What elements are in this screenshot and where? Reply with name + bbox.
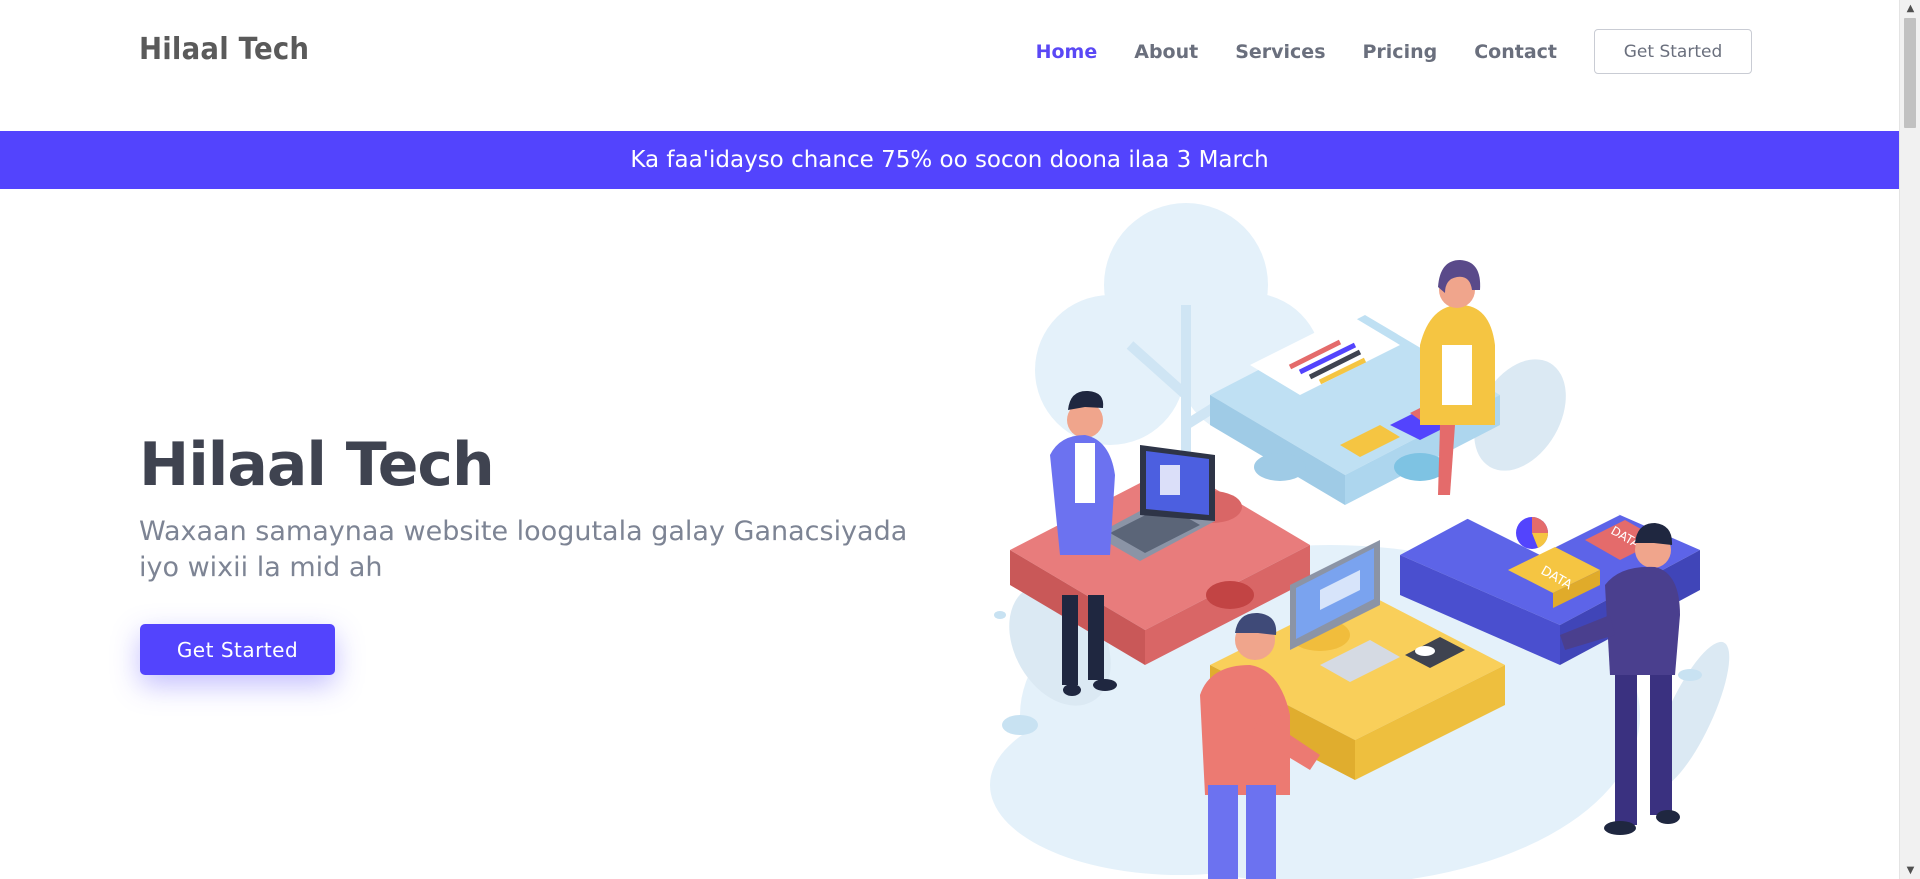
hero-subtitle: Waxaan samaynaa website loogutala galay … bbox=[139, 516, 908, 583]
header-get-started-button[interactable]: Get Started bbox=[1594, 29, 1752, 74]
hero-title: Hilaal Tech bbox=[139, 430, 495, 500]
scrollbar-thumb[interactable] bbox=[1904, 18, 1916, 128]
promo-banner-text: Ka faa'idayso chance 75% oo socon doona … bbox=[630, 147, 1269, 173]
main-nav: Home About Services Pricing Contact Get … bbox=[999, 29, 1752, 74]
site-header: Hilaal Tech Home About Services Pricing … bbox=[0, 0, 1899, 131]
hero-illustration: DATA DATA bbox=[990, 203, 1730, 879]
nav-about[interactable]: About bbox=[1134, 41, 1198, 63]
hero-get-started-button[interactable]: Get Started bbox=[140, 624, 335, 675]
page: Hilaal Tech Home About Services Pricing … bbox=[0, 0, 1899, 879]
site-logo[interactable]: Hilaal Tech bbox=[139, 32, 309, 67]
nav-home[interactable]: Home bbox=[1036, 41, 1098, 63]
scroll-up-arrow-icon[interactable]: ▲ bbox=[1900, 0, 1920, 17]
nav-pricing[interactable]: Pricing bbox=[1363, 41, 1438, 63]
scroll-down-arrow-icon[interactable]: ▼ bbox=[1900, 862, 1920, 879]
promo-banner: Ka faa'idayso chance 75% oo socon doona … bbox=[0, 131, 1899, 189]
page-scrollbar[interactable]: ▲ ▼ bbox=[1899, 0, 1920, 879]
nav-services[interactable]: Services bbox=[1235, 41, 1325, 63]
nav-contact[interactable]: Contact bbox=[1474, 41, 1557, 63]
